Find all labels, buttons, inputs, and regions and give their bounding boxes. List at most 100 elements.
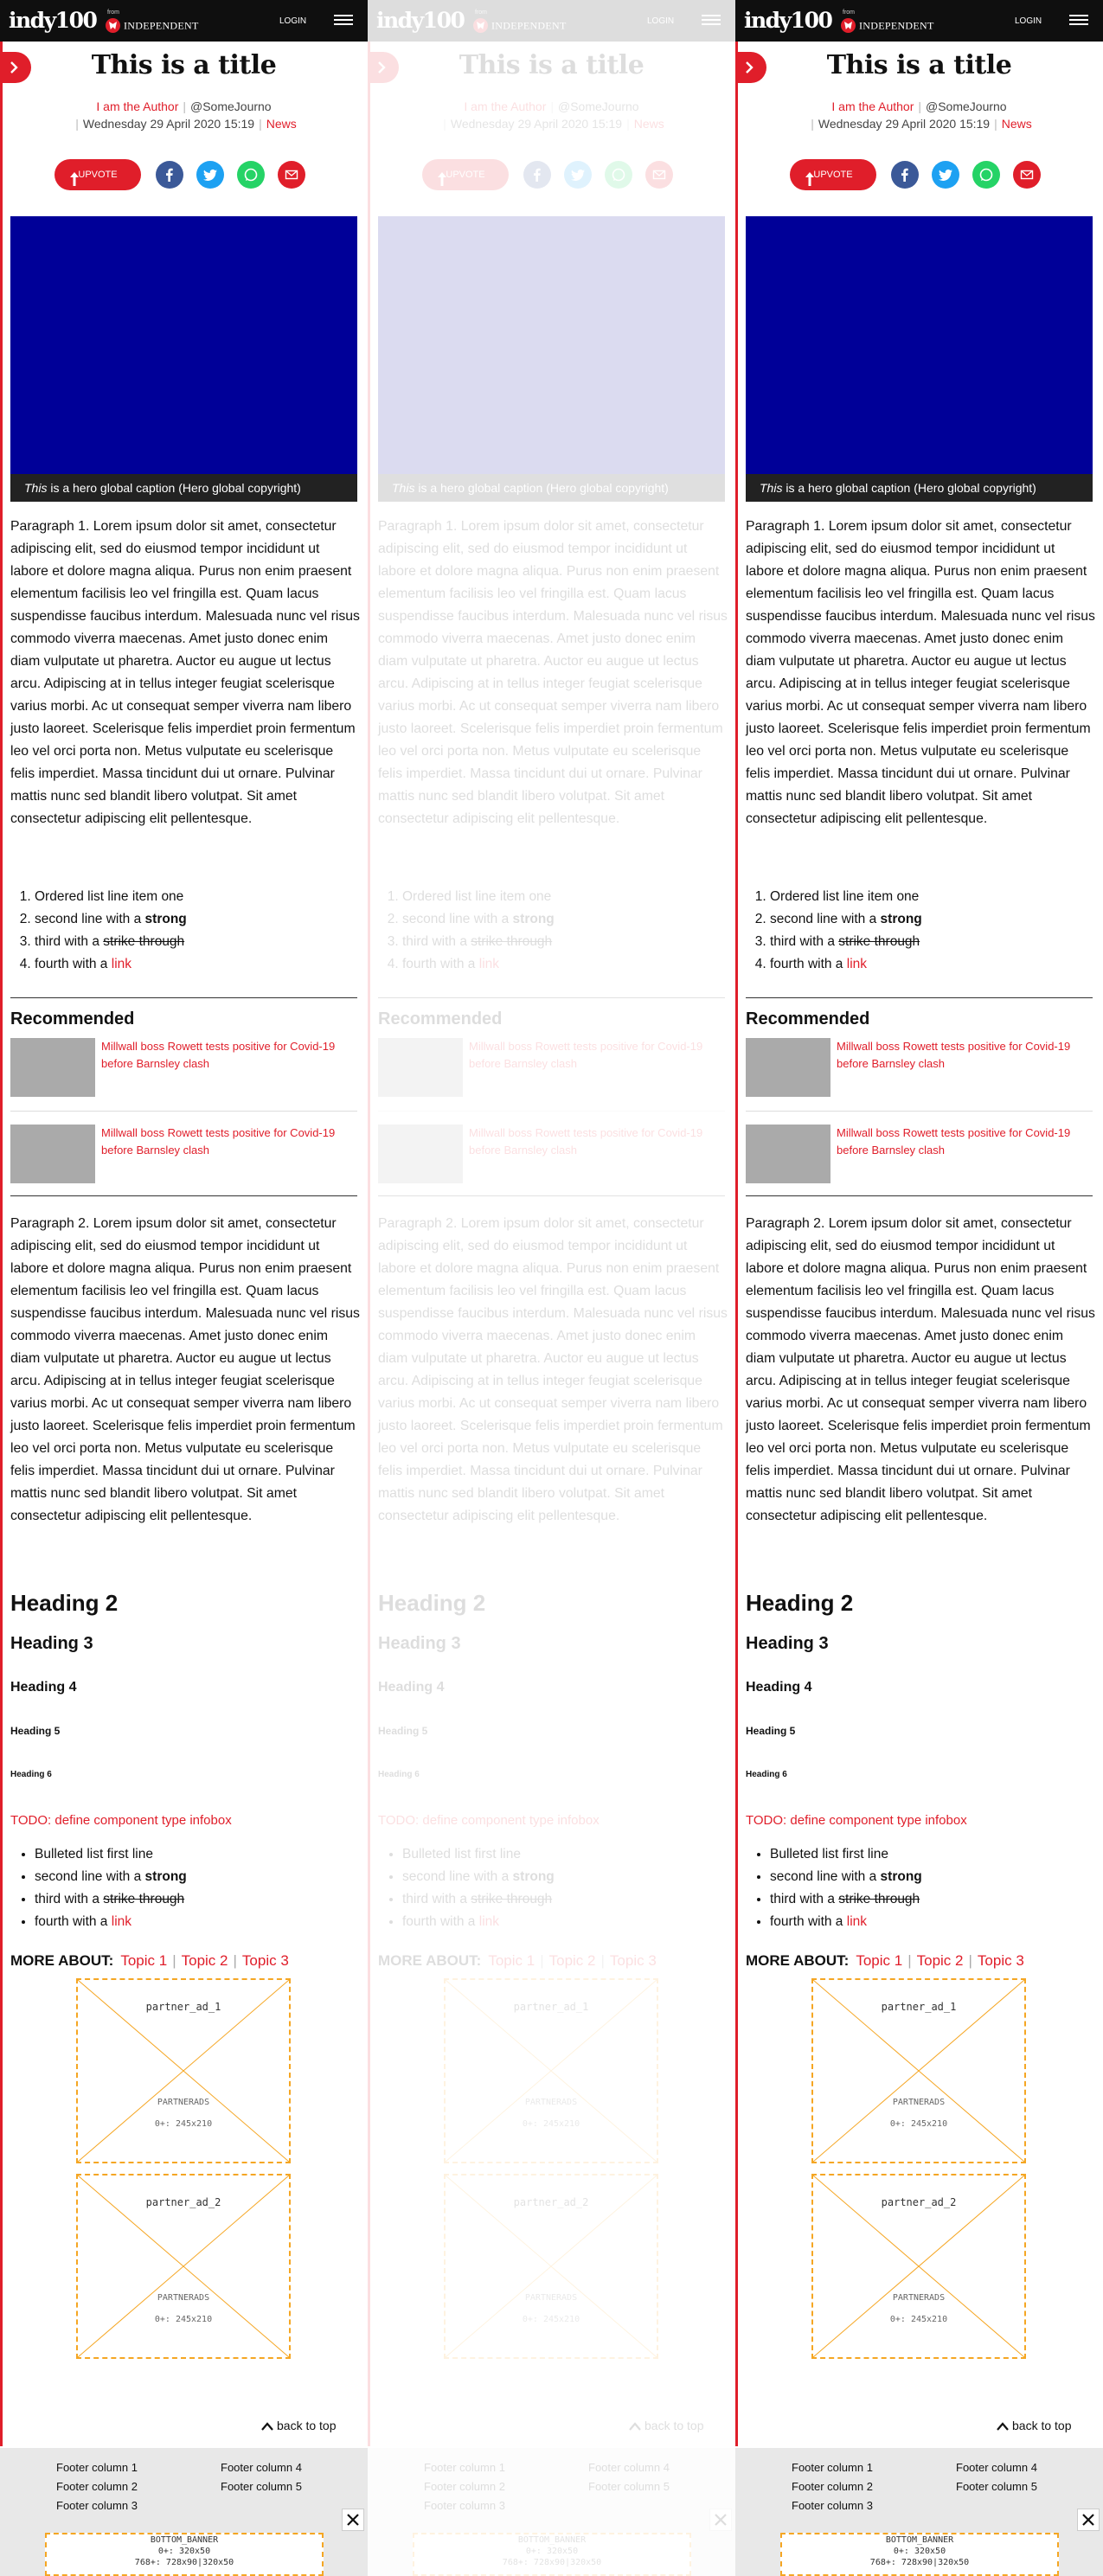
- recommended-thumbnail[interactable]: [10, 1038, 95, 1097]
- partner-ad-placeholder[interactable]: partner_ad_2 PARTNERADS 0+: 245x210: [76, 2174, 291, 2359]
- banner-size: 768+: 728x90|320x50: [869, 2558, 970, 2567]
- section-link[interactable]: News: [266, 117, 297, 131]
- recommended-thumbnail[interactable]: [746, 1038, 830, 1097]
- list-item: Bulleted list first line: [35, 1843, 356, 1866]
- close-banner-button[interactable]: [1077, 2509, 1100, 2531]
- paragraph-1: Paragraph 1. Lorem ipsum dolor sit amet,…: [10, 519, 360, 826]
- author-handle[interactable]: @SomeJourno: [926, 99, 1007, 113]
- inline-link[interactable]: link: [847, 957, 867, 971]
- ad-provider: PARTNERADS: [892, 2098, 946, 2107]
- ad-name: partner_ad_2: [881, 2196, 957, 2208]
- footer-link[interactable]: Footer column 3: [56, 2496, 138, 2515]
- email-share-button[interactable]: [278, 161, 305, 189]
- bottom-banner-ad[interactable]: BOTTOM_BANNER 0+: 320x50 768+: 728x90|32…: [45, 2533, 324, 2576]
- menu-icon[interactable]: [334, 12, 353, 28]
- recommended-link[interactable]: Millwall boss Rowett tests positive for …: [101, 1038, 352, 1073]
- independent-brand[interactable]: INDEPENDENT: [106, 18, 199, 34]
- footer-link[interactable]: Footer column 1: [792, 2458, 873, 2477]
- twitter-share-button[interactable]: [196, 161, 224, 189]
- footer-link[interactable]: Footer column 4: [221, 2458, 302, 2477]
- footer-link[interactable]: Footer column 4: [956, 2458, 1037, 2477]
- partner-ad-placeholder[interactable]: partner_ad_2 PARTNERADS 0+: 245x210: [811, 2174, 1026, 2359]
- whatsapp-share-button[interactable]: [237, 161, 265, 189]
- divider: [10, 1195, 357, 1196]
- recommended-link[interactable]: Millwall boss Rowett tests positive for …: [837, 1038, 1087, 1073]
- banner-name: BOTTOM_BANNER: [150, 2535, 219, 2545]
- todo-infobox-note: TODO: define component type infobox: [10, 1813, 232, 1828]
- footer-link[interactable]: Footer column 1: [56, 2458, 138, 2477]
- email-share-button[interactable]: [1013, 161, 1041, 189]
- topic-link[interactable]: Topic 2: [917, 1952, 964, 1969]
- footer-column-right: Footer column 4 Footer column 5: [221, 2458, 302, 2496]
- recommended-thumbnail[interactable]: [10, 1125, 95, 1183]
- author-handle[interactable]: @SomeJourno: [190, 99, 272, 113]
- footer-link[interactable]: Footer column 5: [956, 2477, 1037, 2496]
- upvote-button[interactable]: UPVOTE: [55, 159, 141, 190]
- ad-name: partner_ad_1: [145, 2001, 221, 2013]
- eagle-icon: [106, 18, 120, 33]
- topic-link[interactable]: Topic 3: [242, 1952, 289, 1969]
- recommended-thumbnail[interactable]: [746, 1125, 830, 1183]
- heading-2: Heading 2: [10, 1590, 119, 1616]
- topic-link[interactable]: Topic 1: [120, 1952, 167, 1969]
- menu-icon[interactable]: [1069, 12, 1088, 28]
- inline-link[interactable]: link: [112, 1914, 131, 1929]
- byline: I am the Author|@SomeJourno |Wednesday 2…: [811, 99, 1032, 131]
- list-item: second line with a strong: [35, 1866, 356, 1888]
- list-item: second line with a strong: [770, 1866, 1092, 1888]
- whatsapp-icon: [244, 168, 258, 182]
- footer-link[interactable]: Footer column 3: [792, 2496, 873, 2515]
- back-to-top-link[interactable]: back to top: [997, 2419, 1072, 2432]
- chevron-up-icon: [261, 2422, 273, 2432]
- twitter-share-button[interactable]: [932, 161, 959, 189]
- ad-provider: PARTNERADS: [157, 2098, 210, 2107]
- inline-link[interactable]: link: [112, 957, 131, 971]
- social-bar: UPVOTE: [0, 159, 368, 190]
- envelope-icon: [1020, 170, 1034, 180]
- arrow-up-icon: [805, 168, 814, 186]
- from-label: from: [843, 10, 855, 16]
- topic-link[interactable]: Topic 2: [182, 1952, 228, 1969]
- login-link[interactable]: LOGIN: [279, 16, 306, 26]
- topic-link[interactable]: Topic 1: [856, 1952, 902, 1969]
- author-link[interactable]: I am the Author: [831, 99, 914, 113]
- facebook-share-button[interactable]: [891, 161, 919, 189]
- section-link[interactable]: News: [1002, 117, 1032, 131]
- from-label: from: [107, 10, 119, 16]
- site-logo[interactable]: indy100: [744, 9, 833, 33]
- independent-brand[interactable]: INDEPENDENT: [841, 18, 934, 34]
- facebook-icon: [901, 168, 908, 182]
- site-logo[interactable]: indy100: [9, 9, 98, 33]
- twitter-icon: [939, 169, 952, 181]
- list-item: fourth with a link: [35, 953, 356, 976]
- close-banner-button[interactable]: [342, 2509, 364, 2531]
- facebook-share-button[interactable]: [156, 161, 183, 189]
- whatsapp-icon: [979, 168, 993, 182]
- footer-link[interactable]: Footer column 2: [56, 2477, 138, 2496]
- site-header: indy100 from INDEPENDENT LOGIN: [735, 0, 1103, 42]
- inline-link[interactable]: link: [847, 1914, 867, 1929]
- topic-link[interactable]: Topic 3: [978, 1952, 1024, 1969]
- ad-provider: PARTNERADS: [892, 2293, 946, 2303]
- recommended-heading: Recommended: [10, 1009, 135, 1028]
- recommended-link[interactable]: Millwall boss Rowett tests positive for …: [837, 1125, 1087, 1159]
- list-item: Bulleted list first line: [770, 1843, 1092, 1866]
- recommended-link[interactable]: Millwall boss Rowett tests positive for …: [101, 1125, 352, 1159]
- upvote-button[interactable]: UPVOTE: [790, 159, 876, 190]
- whatsapp-share-button[interactable]: [972, 161, 1000, 189]
- bottom-banner-ad[interactable]: BOTTOM_BANNER 0+: 320x50 768+: 728x90|32…: [780, 2533, 1059, 2576]
- frame-border-left: [0, 42, 3, 2446]
- login-link[interactable]: LOGIN: [1015, 16, 1042, 26]
- list-item: Ordered list line item one: [770, 886, 1092, 908]
- partner-ad-placeholder[interactable]: partner_ad_1 PARTNERADS 0+: 245x210: [811, 1978, 1026, 2163]
- partner-ad-placeholder[interactable]: partner_ad_1 PARTNERADS 0+: 245x210: [76, 1978, 291, 2163]
- footer-link[interactable]: Footer column 5: [221, 2477, 302, 2496]
- faded-overlay: [368, 0, 735, 2576]
- back-to-top-link[interactable]: back to top: [261, 2419, 337, 2432]
- footer-link[interactable]: Footer column 2: [792, 2477, 873, 2496]
- publish-date: Wednesday 29 April 2020 15:19: [82, 117, 255, 131]
- site-header: indy100 from INDEPENDENT LOGIN: [0, 0, 368, 42]
- author-link[interactable]: I am the Author: [96, 99, 178, 113]
- more-about-label: MORE ABOUT:: [10, 1952, 114, 1969]
- ordered-list: Ordered list line item onesecond line wi…: [10, 886, 356, 976]
